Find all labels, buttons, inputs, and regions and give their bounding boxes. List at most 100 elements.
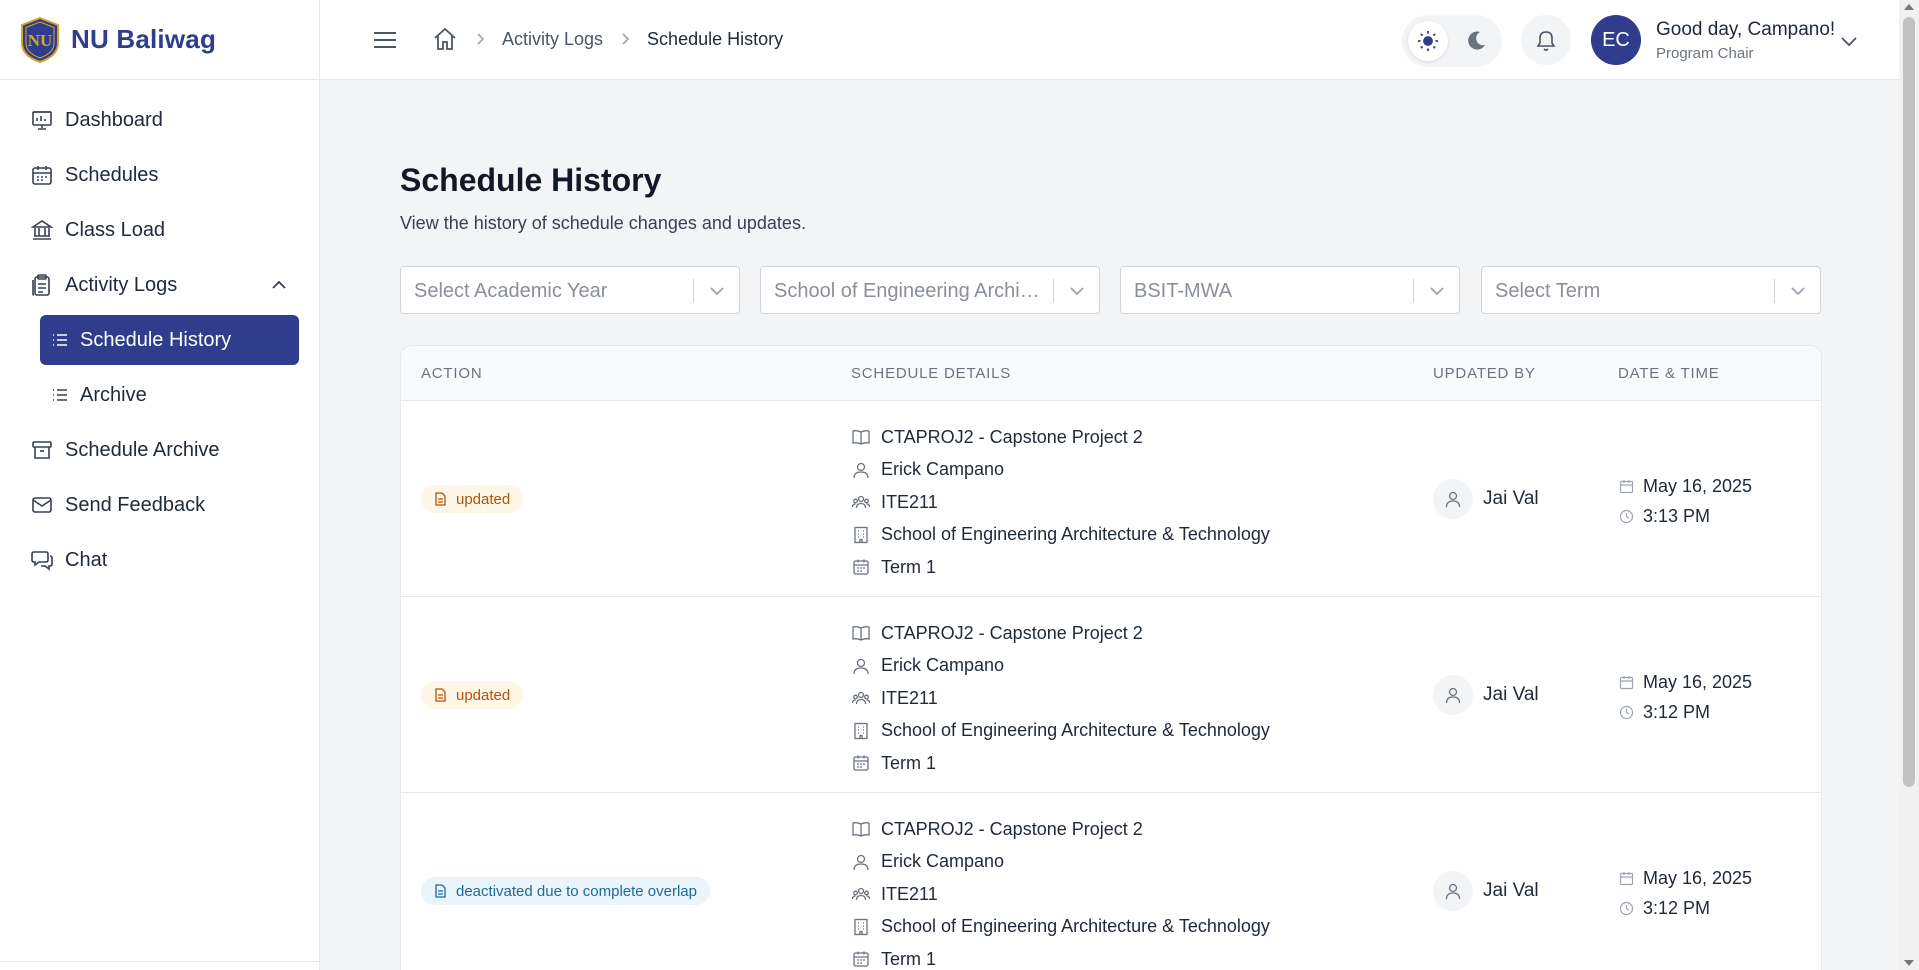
term-line: Term 1 <box>851 747 1270 780</box>
sidebar-item-schedule-history[interactable]: Schedule History <box>40 315 299 365</box>
sidebar-item-archive[interactable]: Archive <box>40 370 299 420</box>
school-text: School of Engineering Architecture & Tec… <box>881 720 1270 741</box>
sidebar-item-activity-logs[interactable]: Activity Logs <box>30 260 289 310</box>
program-value: BSIT-MWA <box>1134 280 1233 302</box>
moon-icon[interactable] <box>1456 21 1496 61</box>
chevron-down-icon[interactable] <box>1788 281 1808 301</box>
action-badge: deactivated due to complete overlap <box>421 877 710 905</box>
term-text: Term 1 <box>881 752 937 773</box>
chevron-up-icon[interactable] <box>269 275 289 295</box>
breadcrumb: Activity Logs Schedule History <box>432 26 783 52</box>
school-select[interactable]: School of Engineering Architecture & Tec… <box>760 266 1100 314</box>
academic-year-select[interactable]: Select Academic Year <box>400 266 740 314</box>
term-text: Term 1 <box>881 556 937 577</box>
time-text: 3:12 PM <box>1643 897 1711 918</box>
updated-by: Jai Val <box>1433 871 1539 911</box>
building-icon <box>851 917 871 937</box>
book-icon <box>851 819 871 839</box>
action-label: updated <box>456 490 511 508</box>
column-header-action: ACTION <box>421 365 483 382</box>
time-text: 3:13 PM <box>1643 505 1711 526</box>
program-select[interactable]: BSIT-MWA <box>1120 266 1460 314</box>
sidebar-item-class-load[interactable]: Class Load <box>30 205 289 255</box>
course-line: CTAPROJ2 - Capstone Project 2 <box>851 617 1270 650</box>
scroll-up-arrow-icon[interactable] <box>1904 4 1914 10</box>
select-divider <box>1774 279 1775 303</box>
sidebar: NU NU Baliwag Dashboard Schedules Class … <box>0 0 320 970</box>
term-text: Term 1 <box>881 948 937 969</box>
date-text: May 16, 2025 <box>1643 475 1753 496</box>
course-text: CTAPROJ2 - Capstone Project 2 <box>881 622 1143 643</box>
hamburger-menu-icon[interactable] <box>372 28 398 52</box>
faculty-text: Erick Campano <box>881 851 1005 872</box>
school-line: School of Engineering Architecture & Tec… <box>851 911 1270 944</box>
sidebar-divider <box>0 961 320 962</box>
user-icon <box>851 460 871 480</box>
sidebar-item-chat[interactable]: Chat <box>30 535 289 585</box>
page-scrollbar[interactable] <box>1899 0 1919 970</box>
users-group-icon <box>851 492 871 512</box>
section-text: ITE211 <box>881 687 938 708</box>
action-badge: updated <box>421 681 524 709</box>
action-label: updated <box>456 686 511 704</box>
archive-icon <box>30 438 54 462</box>
sidebar-item-schedules[interactable]: Schedules <box>30 150 289 200</box>
document-icon <box>435 884 446 898</box>
breadcrumb-activity-logs[interactable]: Activity Logs <box>502 29 603 50</box>
section-line: ITE211 <box>851 486 1270 519</box>
sidebar-item-send-feedback[interactable]: Send Feedback <box>30 480 289 530</box>
brand[interactable]: NU NU Baliwag <box>0 0 319 80</box>
user-greeting[interactable]: Good day, Campano! Program Chair <box>1656 19 1835 62</box>
mail-icon <box>30 493 54 517</box>
chevron-down-icon[interactable] <box>1427 281 1447 301</box>
date-text: May 16, 2025 <box>1643 671 1753 692</box>
building-icon <box>851 721 871 741</box>
column-header-details: SCHEDULE DETAILS <box>851 365 1012 382</box>
document-icon <box>435 688 446 702</box>
main-content: Schedule History View the history of sch… <box>320 80 1899 970</box>
sidebar-item-dashboard[interactable]: Dashboard <box>30 95 289 145</box>
chevron-down-icon[interactable] <box>707 281 727 301</box>
theme-toggle[interactable] <box>1402 15 1502 67</box>
updated-by-name: Jai Val <box>1483 684 1539 705</box>
updated-by-name: Jai Val <box>1483 880 1539 901</box>
notification-bell-icon[interactable] <box>1521 15 1571 65</box>
user-icon <box>1433 479 1473 519</box>
svg-text:NU: NU <box>28 31 53 50</box>
chevron-down-icon[interactable] <box>1838 30 1860 52</box>
sidebar-item-schedule-archive[interactable]: Schedule Archive <box>30 425 289 475</box>
user-icon <box>851 852 871 872</box>
section-line: ITE211 <box>851 682 1270 715</box>
user-avatar[interactable]: EC <box>1591 15 1641 65</box>
term-line: Term 1 <box>851 943 1270 970</box>
term-value: Select Term <box>1495 280 1601 302</box>
sidebar-item-label: Schedule Archive <box>65 438 220 461</box>
scrollbar-thumb[interactable] <box>1903 17 1915 787</box>
chevron-down-icon[interactable] <box>1067 281 1087 301</box>
user-icon <box>1433 675 1473 715</box>
schedule-details: CTAPROJ2 - Capstone Project 2 Erick Camp… <box>851 813 1270 970</box>
select-divider <box>1053 279 1054 303</box>
term-select[interactable]: Select Term <box>1481 266 1821 314</box>
column-header-updated-by: UPDATED BY <box>1433 365 1536 382</box>
dashboard-icon <box>30 108 54 132</box>
home-icon[interactable] <box>432 26 458 52</box>
table-row[interactable]: updated CTAPROJ2 - Capstone Project 2 Er… <box>401 401 1821 597</box>
table-row[interactable]: updated CTAPROJ2 - Capstone Project 2 Er… <box>401 597 1821 793</box>
school-text: School of Engineering Architecture & Tec… <box>881 524 1270 545</box>
scroll-down-arrow-icon[interactable] <box>1904 960 1914 966</box>
building-icon <box>851 525 871 545</box>
course-line: CTAPROJ2 - Capstone Project 2 <box>851 421 1270 454</box>
nu-seal-logo: NU <box>21 16 59 63</box>
chevron-right-icon <box>477 33 485 45</box>
course-text: CTAPROJ2 - Capstone Project 2 <box>881 818 1143 839</box>
school-text: School of Engineering Architecture & Tec… <box>881 916 1270 937</box>
section-text: ITE211 <box>881 491 938 512</box>
table-row[interactable]: deactivated due to complete overlap CTAP… <box>401 793 1821 970</box>
select-divider <box>1413 279 1414 303</box>
greeting-text: Good day, Campano! <box>1656 19 1836 40</box>
calendar-icon <box>1618 478 1634 494</box>
sidebar-item-label: Schedules <box>65 163 159 186</box>
date-text: May 16, 2025 <box>1643 867 1753 888</box>
sun-icon[interactable] <box>1408 21 1448 61</box>
